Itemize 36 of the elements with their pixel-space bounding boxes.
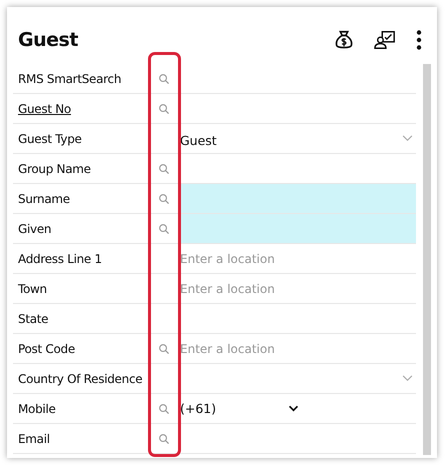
panel-title: Guest: [18, 28, 78, 50]
search-icon[interactable]: [158, 163, 168, 174]
search-icon[interactable]: [158, 433, 168, 444]
search-icon[interactable]: [158, 193, 168, 204]
search-icon[interactable]: [158, 103, 168, 114]
field-label: Post Code: [17, 342, 76, 356]
country-code-dropdown[interactable]: (+61): [180, 401, 300, 416]
field-label: Address Line 1: [17, 252, 103, 266]
field-label: Group Name: [17, 162, 92, 176]
more-menu-icon[interactable]: [415, 28, 423, 50]
field-label: Given: [17, 222, 52, 236]
search-icon[interactable]: [158, 343, 168, 354]
money-bag-icon[interactable]: [333, 28, 355, 50]
field-label: Surname: [17, 192, 71, 206]
search-icon[interactable]: [158, 73, 168, 84]
field-label: Guest Type: [17, 132, 83, 146]
input-field[interactable]: Enter a location: [180, 342, 416, 356]
field-link[interactable]: Guest No: [13, 102, 148, 116]
chevron-down-icon: [402, 375, 413, 382]
search-icon[interactable]: [158, 223, 168, 234]
chevron-down-icon: [288, 405, 300, 412]
search-icon[interactable]: [158, 403, 168, 414]
field-label: State: [17, 312, 50, 326]
field-label: RMS SmartSearch: [17, 72, 122, 86]
chevron-down-icon: [402, 135, 413, 142]
field-label: Country Of Residence: [17, 372, 144, 386]
input-field[interactable]: [178, 214, 416, 243]
person-card-icon[interactable]: [374, 28, 396, 50]
field-label: Mobile: [17, 402, 57, 416]
input-field[interactable]: [178, 184, 416, 213]
field-label: Town: [17, 282, 48, 296]
input-field[interactable]: Enter a location: [180, 282, 416, 296]
input-field[interactable]: Enter a location: [180, 252, 416, 266]
dropdown[interactable]: Guest: [178, 124, 416, 153]
scrollbar[interactable]: [423, 64, 431, 455]
field-label: Email: [17, 432, 51, 446]
